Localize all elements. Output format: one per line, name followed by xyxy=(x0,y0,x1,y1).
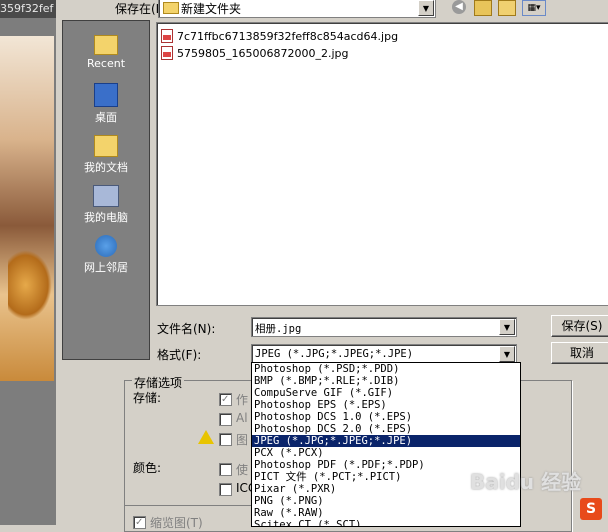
format-option[interactable]: Photoshop (*.PSD;*.PDD) xyxy=(252,363,520,375)
new-folder-icon[interactable] xyxy=(498,0,516,16)
background-photo xyxy=(0,36,54,381)
warning-icon xyxy=(198,430,214,444)
format-option[interactable]: Photoshop EPS (*.EPS) xyxy=(252,399,520,411)
desktop-icon xyxy=(94,83,118,107)
current-folder-name: 新建文件夹 xyxy=(181,2,242,16)
format-option[interactable]: PCX (*.PCX) xyxy=(252,447,520,459)
list-item[interactable]: 7c71ffbc6713859f32feff8c854acd64.jpg xyxy=(161,28,398,44)
layers-checkbox[interactable] xyxy=(219,433,232,446)
my-computer-icon xyxy=(93,185,119,207)
back-arrow-icon[interactable]: ◀ xyxy=(452,0,466,14)
save-in-dropdown[interactable]: 新建文件夹 ▼ xyxy=(158,0,436,18)
alpha-label: Al xyxy=(236,411,248,425)
use-proof-label: 使 xyxy=(236,463,249,477)
format-option[interactable]: BMP (*.BMP;*.RLE;*.DIB) xyxy=(252,375,520,387)
up-folder-icon[interactable] xyxy=(474,0,492,16)
place-label: 网上邻居 xyxy=(84,261,128,274)
place-label: 我的电脑 xyxy=(84,211,128,224)
filename-value: 相册.jpg xyxy=(255,323,302,335)
chevron-down-icon[interactable]: ▼ xyxy=(499,346,515,362)
place-my-computer[interactable]: 我的电脑 xyxy=(63,185,149,225)
place-label: Recent xyxy=(86,57,126,70)
filename-field[interactable]: 相册.jpg ▼ xyxy=(251,317,517,337)
format-label: 格式(F): xyxy=(157,348,202,362)
sogou-ime-icon: S xyxy=(580,498,602,520)
alpha-checkbox[interactable] xyxy=(219,413,232,426)
jpg-file-icon xyxy=(161,29,173,43)
icc-checkbox[interactable] xyxy=(219,483,232,496)
format-value: JPEG (*.JPG;*.JPEG;*.JPE) xyxy=(255,348,414,360)
format-option[interactable]: CompuServe GIF (*.GIF) xyxy=(252,387,520,399)
thumbnail-label: 缩览图(T) xyxy=(150,516,203,530)
thumbnail-checkbox[interactable] xyxy=(133,516,146,529)
network-icon xyxy=(95,235,117,257)
file-name: 5759805_165006872000_2.jpg xyxy=(177,46,349,60)
recent-folder-icon xyxy=(94,35,118,55)
butterfly-image xyxy=(8,250,52,320)
layers-label: 图 xyxy=(236,433,249,447)
file-list[interactable]: 7c71ffbc6713859f32feff8c854acd64.jpg 575… xyxy=(156,22,608,306)
color-label: 颜色: xyxy=(133,461,162,475)
my-documents-icon xyxy=(94,135,118,157)
divider xyxy=(124,505,252,506)
place-recent[interactable]: Recent xyxy=(63,35,149,70)
cancel-button[interactable]: 取消 xyxy=(551,342,608,364)
save-label: 存储: xyxy=(133,391,162,405)
jpg-file-icon xyxy=(161,46,173,60)
format-option[interactable]: PNG (*.PNG) xyxy=(252,495,520,507)
format-option[interactable]: Photoshop DCS 1.0 (*.EPS) xyxy=(252,411,520,423)
format-dropdown-list[interactable]: Photoshop (*.PSD;*.PDD) BMP (*.BMP;*.RLE;… xyxy=(251,362,521,527)
use-proof-checkbox[interactable] xyxy=(219,463,232,476)
chevron-down-icon[interactable]: ▼ xyxy=(499,319,515,335)
place-my-documents[interactable]: 我的文档 xyxy=(63,135,149,175)
view-menu-icon[interactable]: ▦▾ xyxy=(522,0,546,16)
as-copy-checkbox[interactable] xyxy=(219,393,232,406)
file-name: 7c71ffbc6713859f32feff8c854acd64.jpg xyxy=(177,29,399,43)
as-copy-label: 作 xyxy=(236,393,249,407)
chevron-down-icon[interactable]: ▼ xyxy=(418,0,434,16)
save-button[interactable]: 保存(S) xyxy=(551,315,608,337)
format-option[interactable]: Raw (*.RAW) xyxy=(252,507,520,519)
format-option[interactable]: JPEG (*.JPG;*.JPEG;*.JPE) xyxy=(252,435,520,447)
place-desktop[interactable]: 桌面 xyxy=(63,83,149,125)
list-item[interactable]: 5759805_165006872000_2.jpg xyxy=(161,45,349,61)
folder-icon xyxy=(163,2,179,14)
place-label: 我的文档 xyxy=(84,161,128,174)
background-photo-window: 359f32fef xyxy=(0,0,56,525)
place-label: 桌面 xyxy=(95,111,117,124)
format-option[interactable]: Scitex CT (*.SCT) xyxy=(252,519,520,526)
format-dropdown[interactable]: JPEG (*.JPG;*.JPEG;*.JPE) ▼ xyxy=(251,344,517,364)
background-window-title: 359f32fef xyxy=(0,0,56,18)
filename-label: 文件名(N): xyxy=(157,322,216,336)
format-option[interactable]: Photoshop DCS 2.0 (*.EPS) xyxy=(252,423,520,435)
place-network[interactable]: 网上邻居 xyxy=(63,235,149,275)
places-bar: Recent 桌面 我的文档 我的电脑 网上邻居 xyxy=(62,20,150,360)
baidu-watermark: Baidu 经验 xyxy=(470,470,582,494)
